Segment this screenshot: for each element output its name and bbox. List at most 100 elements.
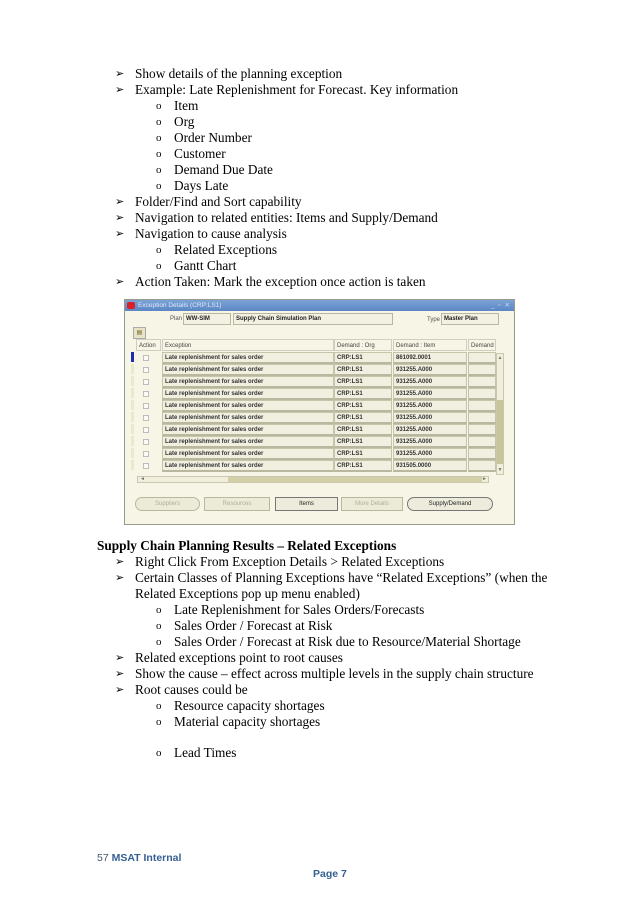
sub-bullet-text: Late Replenishment for Sales Orders/Fore… [174, 602, 425, 617]
exception-cell[interactable]: Late replenishment for sales order [162, 436, 334, 448]
demand-cell[interactable] [468, 436, 496, 448]
slide-number: 57 [97, 852, 109, 864]
exception-cell[interactable]: Late replenishment for sales order [162, 448, 334, 460]
table-row[interactable]: Late replenishment for sales order CRP:L… [125, 460, 514, 472]
item-cell[interactable]: 931255.A000 [393, 436, 467, 448]
item-cell[interactable]: 861092.0001 [393, 352, 467, 364]
demand-cell[interactable] [468, 400, 496, 412]
table-row[interactable]: Late replenishment for sales order CRP:L… [125, 424, 514, 436]
table-row[interactable]: Late replenishment for sales order CRP:L… [125, 436, 514, 448]
table-row[interactable]: Late replenishment for sales order CRP:L… [125, 376, 514, 388]
org-cell[interactable]: CRP:LS1 [334, 364, 392, 376]
demand-cell[interactable] [468, 460, 496, 472]
row-indicator [131, 412, 134, 422]
demand-cell[interactable] [468, 424, 496, 436]
sub-bullet-text: Sales Order / Forecast at Risk [174, 618, 333, 633]
column-header-exception[interactable]: Exception [162, 339, 334, 351]
exception-cell[interactable]: Late replenishment for sales order [162, 364, 334, 376]
org-cell[interactable]: CRP:LS1 [334, 448, 392, 460]
plan-description-field[interactable]: Supply Chain Simulation Plan [233, 313, 393, 325]
action-checkbox[interactable] [143, 379, 149, 385]
item-cell[interactable]: 931505.0000 [393, 460, 467, 472]
table-row[interactable]: Late replenishment for sales order CRP:L… [125, 400, 514, 412]
item-cell[interactable]: 931255.A000 [393, 448, 467, 460]
action-checkbox[interactable] [143, 403, 149, 409]
action-checkbox[interactable] [143, 355, 149, 361]
exception-cell[interactable]: Late replenishment for sales order [162, 388, 334, 400]
org-cell[interactable]: CRP:LS1 [334, 436, 392, 448]
scroll-down-icon[interactable]: ▼ [497, 466, 503, 474]
demand-cell[interactable] [468, 376, 496, 388]
action-checkbox[interactable] [143, 439, 149, 445]
action-checkbox[interactable] [143, 415, 149, 421]
more-details-button[interactable]: More Details [341, 497, 403, 511]
bullet-text: Example: Late Replenishment for Forecast… [135, 82, 459, 97]
demand-cell[interactable] [468, 448, 496, 460]
item-cell[interactable]: 931255.A000 [393, 376, 467, 388]
resources-button[interactable]: Resources [204, 497, 270, 511]
org-cell[interactable]: CRP:LS1 [334, 388, 392, 400]
item-cell[interactable]: 931255.A000 [393, 364, 467, 376]
item-cell[interactable]: 931255.A000 [393, 388, 467, 400]
plan-field[interactable]: WW-SIM [183, 313, 231, 325]
scroll-right-icon[interactable]: ► [482, 476, 487, 482]
action-checkbox[interactable] [143, 427, 149, 433]
window-controls-icon[interactable]: _ ▫ ✕ [491, 300, 511, 311]
sub-bullet-text: Gantt Chart [174, 258, 237, 273]
org-cell[interactable]: CRP:LS1 [334, 352, 392, 364]
exception-cell[interactable]: Late replenishment for sales order [162, 400, 334, 412]
org-cell[interactable]: CRP:LS1 [334, 460, 392, 472]
org-cell[interactable]: CRP:LS1 [334, 376, 392, 388]
arrow-bullet-icon: ➢ [115, 212, 125, 224]
vertical-scrollbar[interactable]: ▲ ▼ [496, 353, 504, 475]
demand-cell[interactable] [468, 412, 496, 424]
org-cell[interactable]: CRP:LS1 [334, 412, 392, 424]
demand-cell[interactable] [468, 388, 496, 400]
org-cell[interactable]: CRP:LS1 [334, 424, 392, 436]
exception-cell[interactable]: Late replenishment for sales order [162, 376, 334, 388]
demand-cell[interactable] [468, 352, 496, 364]
org-cell[interactable]: CRP:LS1 [334, 400, 392, 412]
row-indicator [131, 436, 134, 446]
exception-cell[interactable]: Late replenishment for sales order [162, 460, 334, 472]
table-row[interactable]: Late replenishment for sales order CRP:L… [125, 364, 514, 376]
suppliers-button[interactable]: Suppliers [135, 497, 200, 511]
demand-cell[interactable] [468, 364, 496, 376]
exception-cell[interactable]: Late replenishment for sales order [162, 412, 334, 424]
arrow-bullet-icon: ➢ [115, 196, 125, 208]
scroll-left-icon[interactable]: ◄ [140, 476, 145, 482]
action-checkbox[interactable] [143, 451, 149, 457]
items-button[interactable]: Items [275, 497, 338, 511]
action-checkbox[interactable] [143, 463, 149, 469]
column-header-demand-org[interactable]: Demand : Org [334, 339, 392, 351]
column-header-action[interactable]: Action [136, 339, 161, 351]
scroll-up-icon[interactable]: ▲ [497, 354, 503, 362]
footer-internal-label: MSAT Internal [111, 852, 182, 864]
supply-demand-button[interactable]: Supply/Demand [407, 497, 493, 511]
bullet-text: Show details of the planning exception [135, 66, 343, 81]
arrow-bullet-icon: ➢ [115, 68, 125, 80]
sub-bullet-text: Item [174, 98, 199, 113]
column-header-demand[interactable]: Demand [468, 339, 496, 351]
section-heading: Supply Chain Planning Results – Related … [97, 538, 397, 553]
action-checkbox[interactable] [143, 391, 149, 397]
table-row[interactable]: Late replenishment for sales order CRP:L… [125, 388, 514, 400]
horizontal-scrollbar[interactable]: ◄ ► [137, 476, 489, 483]
type-field[interactable]: Master Plan [441, 313, 499, 325]
scroll-thumb[interactable] [228, 477, 482, 482]
exception-cell[interactable]: Late replenishment for sales order [162, 352, 334, 364]
sub-bullet-text: Resource capacity shortages [174, 698, 325, 713]
table-row[interactable]: Late replenishment for sales order CRP:L… [125, 352, 514, 364]
item-cell[interactable]: 931255.A000 [393, 400, 467, 412]
action-checkbox[interactable] [143, 367, 149, 373]
table-row[interactable]: Late replenishment for sales order CRP:L… [125, 412, 514, 424]
row-indicator [131, 364, 134, 374]
exception-cell[interactable]: Late replenishment for sales order [162, 424, 334, 436]
scroll-thumb[interactable] [497, 400, 503, 464]
column-header-demand-item[interactable]: Demand : Item [393, 339, 467, 351]
item-cell[interactable]: 931255.A000 [393, 424, 467, 436]
bullet-text: Folder/Find and Sort capability [135, 194, 302, 209]
item-cell[interactable]: 931255.A000 [393, 412, 467, 424]
table-row[interactable]: Late replenishment for sales order CRP:L… [125, 448, 514, 460]
folder-icon[interactable]: ▤ [133, 327, 146, 339]
